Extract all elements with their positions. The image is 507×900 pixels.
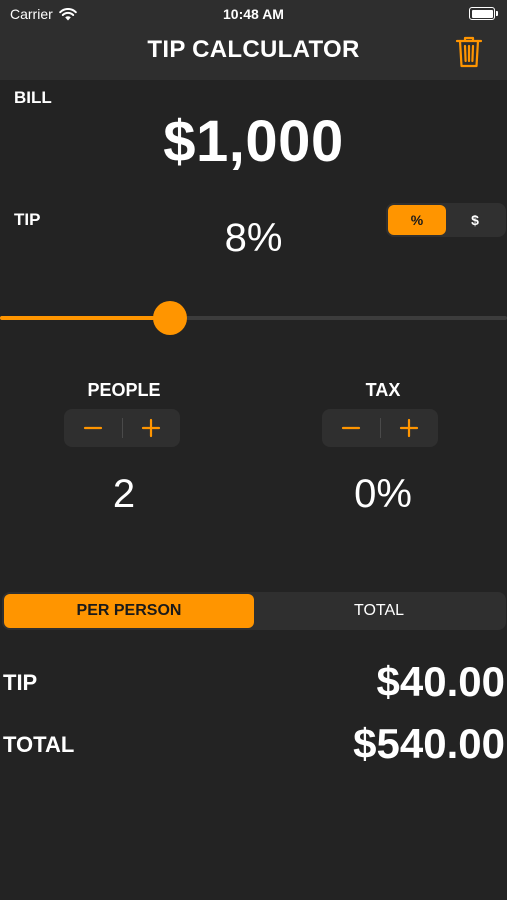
result-total-label: TOTAL bbox=[3, 732, 75, 757]
people-label: PEOPLE bbox=[87, 380, 161, 400]
tip-mode-dollar-segment[interactable]: $ bbox=[446, 205, 504, 235]
result-tip-label: TIP bbox=[3, 670, 38, 695]
page-title: TIP CALCULATOR bbox=[147, 36, 360, 63]
people-decrement-button[interactable] bbox=[64, 409, 122, 447]
plus-icon bbox=[400, 418, 419, 438]
view-segmented-control: PER PERSON TOTAL bbox=[2, 592, 506, 630]
total-segment[interactable]: TOTAL bbox=[254, 594, 504, 628]
tax-value: 0% bbox=[354, 472, 412, 516]
plus-icon bbox=[142, 418, 161, 438]
battery-icon bbox=[469, 7, 498, 20]
tax-decrement-button[interactable] bbox=[322, 409, 380, 447]
tax-stepper bbox=[322, 409, 438, 447]
status-time: 10:48 AM bbox=[223, 6, 284, 22]
minus-icon bbox=[83, 426, 102, 430]
clear-button[interactable] bbox=[455, 36, 483, 68]
minus-icon bbox=[341, 426, 360, 430]
result-total-value: $540.00 bbox=[353, 720, 505, 767]
tax-increment-button[interactable] bbox=[381, 409, 439, 447]
trash-icon bbox=[455, 36, 483, 68]
people-stepper bbox=[64, 409, 180, 447]
bill-amount-input[interactable]: $1,000 bbox=[0, 108, 507, 175]
slider-track-fill bbox=[0, 316, 170, 320]
slider-thumb[interactable] bbox=[153, 301, 187, 335]
tip-calculator-screen: Carrier 10:48 AM TIP CALCULATOR BILL $1,… bbox=[0, 0, 507, 900]
bill-label: BILL bbox=[14, 88, 52, 107]
tip-slider[interactable] bbox=[0, 300, 507, 336]
people-increment-button[interactable] bbox=[123, 409, 181, 447]
people-count: 2 bbox=[112, 472, 136, 516]
tip-mode-segmented-control: % $ bbox=[386, 203, 506, 237]
result-tip-value: $40.00 bbox=[376, 658, 505, 705]
tax-label: TAX bbox=[365, 380, 401, 400]
tip-mode-percent-segment[interactable]: % bbox=[388, 205, 446, 235]
per-person-segment[interactable]: PER PERSON bbox=[4, 594, 254, 628]
navigation-bar: Carrier 10:48 AM TIP CALCULATOR bbox=[0, 0, 507, 80]
